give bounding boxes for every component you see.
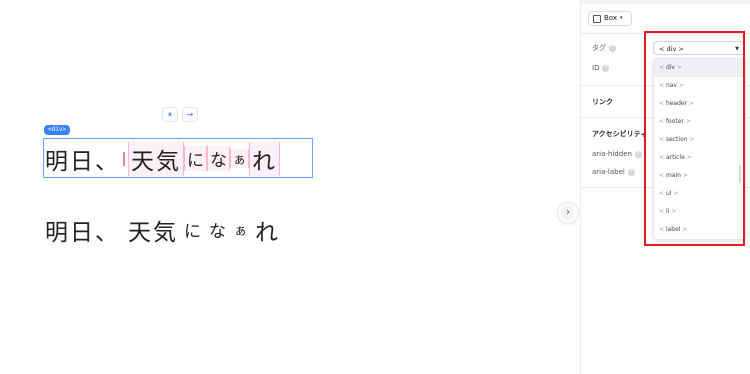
panel-top-strip — [581, 0, 750, 4]
text-segment: に — [184, 222, 201, 242]
text-segment: 明日、 — [45, 219, 120, 246]
angle-close: > — [669, 208, 677, 215]
tag-option-article[interactable]: < article > — [654, 149, 745, 167]
text-segment: ぁ — [234, 224, 248, 239]
angle-open: < — [659, 208, 666, 215]
selection-tag-badge: <div> — [44, 125, 71, 135]
tag-field-label: タグ ? — [592, 43, 616, 53]
text-segment: 天気 — [128, 219, 178, 246]
tag-select[interactable]: < div > ▼ — [653, 41, 745, 55]
element-type-label: Box — [604, 14, 618, 22]
help-icon[interactable]: ? — [609, 44, 616, 52]
help-icon[interactable]: ? — [602, 64, 610, 72]
text-segment: に — [184, 146, 207, 171]
tag-option-label: label — [665, 226, 681, 233]
angle-open: < — [659, 82, 666, 89]
selection-toolbar: ⏸ → — [162, 107, 198, 122]
text-row[interactable]: 明日、 天気 に な ぁ れ — [45, 212, 280, 247]
tag-option-label: div — [665, 64, 675, 71]
tag-option-label: main — [665, 172, 681, 179]
tag-option-label: section — [665, 136, 688, 143]
angle-close: > — [680, 172, 688, 179]
angle-open: < — [659, 154, 666, 161]
help-icon[interactable]: ? — [627, 168, 635, 176]
text-segment: な — [207, 146, 230, 171]
box-icon — [593, 14, 601, 23]
angle-open: < — [659, 100, 666, 107]
align-handle-icon[interactable]: ⏸ — [162, 107, 178, 122]
divider — [581, 33, 750, 34]
tag-select-value: < div > — [659, 45, 684, 53]
tag-option-main[interactable]: < main > — [654, 167, 745, 185]
tag-option-ul[interactable]: < ul > — [654, 185, 745, 203]
element-type-select[interactable]: Box ▾ — [588, 11, 632, 26]
panel-collapse-button[interactable]: › — [557, 202, 579, 224]
tag-option-label: nav — [665, 82, 677, 89]
aria-label-text: aria-label — [592, 168, 625, 176]
tag-option-label[interactable]: < label > — [654, 221, 745, 239]
text-segment: 天気 — [128, 141, 184, 176]
tag-option-section[interactable]: < section > — [654, 131, 745, 149]
angle-close: > — [674, 64, 682, 71]
caret-down-icon: ▼ — [735, 46, 739, 52]
angle-close: > — [683, 118, 691, 125]
aria-hidden-label: aria-hidden ? — [592, 150, 642, 158]
aria-label-label: aria-label ? — [592, 168, 635, 176]
id-label-text: ID — [592, 64, 600, 72]
text-segment: れ — [249, 141, 281, 176]
text-segment: 明日、 — [45, 148, 120, 175]
angle-close: > — [687, 136, 695, 143]
tag-dropdown-menu: < div > < nav > < header > < footer > < sect… — [653, 58, 746, 240]
tag-option-label: footer — [665, 118, 684, 125]
angle-close: > — [676, 82, 684, 89]
angle-open: < — [659, 136, 666, 143]
tag-label-text: タグ — [592, 44, 606, 52]
tag-option-nav[interactable]: < nav > — [654, 77, 745, 95]
angle-open: < — [659, 118, 666, 125]
angle-open: < — [659, 172, 666, 179]
scrollbar[interactable] — [739, 165, 741, 183]
tag-option-li[interactable]: < li > — [654, 203, 745, 221]
tag-option-div[interactable]: < div > — [654, 59, 745, 77]
help-icon[interactable]: ? — [634, 150, 642, 158]
arrow-right-icon[interactable]: → — [182, 107, 198, 122]
id-field-label: ID ? — [592, 64, 610, 72]
link-section-title[interactable]: リンク — [592, 97, 613, 107]
angle-open: < — [659, 226, 666, 233]
angle-open: < — [659, 64, 666, 71]
design-canvas[interactable]: ⏸ → <div> 明日、 天気 に な ぁ れ 明日、 天気 に な ぁ れ … — [0, 0, 580, 374]
text-segment: な — [209, 222, 226, 242]
tag-option-label: article — [665, 154, 685, 161]
text-segment: れ — [255, 219, 281, 246]
tag-option-header[interactable]: < header > — [654, 95, 745, 113]
properties-panel: Box ▾ タグ ? ID ? リンク アクセシビリティ aria-hidden… — [580, 0, 750, 374]
angle-close: > — [684, 154, 692, 161]
chevron-right-icon: › — [561, 206, 575, 220]
angle-close: > — [687, 100, 695, 107]
inline-marker — [123, 151, 125, 166]
text-segment: ぁ — [230, 149, 250, 168]
accessibility-section-title[interactable]: アクセシビリティ — [592, 129, 647, 139]
tag-option-footer[interactable]: < footer > — [654, 113, 745, 131]
angle-close: > — [671, 190, 679, 197]
angle-open: < — [659, 190, 666, 197]
aria-hidden-text: aria-hidden — [592, 150, 632, 158]
tag-option-label: header — [665, 100, 688, 107]
angle-close: > — [680, 226, 688, 233]
chevron-down-icon: ▾ — [620, 15, 623, 21]
text-row-selected[interactable]: 明日、 天気 に な ぁ れ — [45, 141, 281, 176]
